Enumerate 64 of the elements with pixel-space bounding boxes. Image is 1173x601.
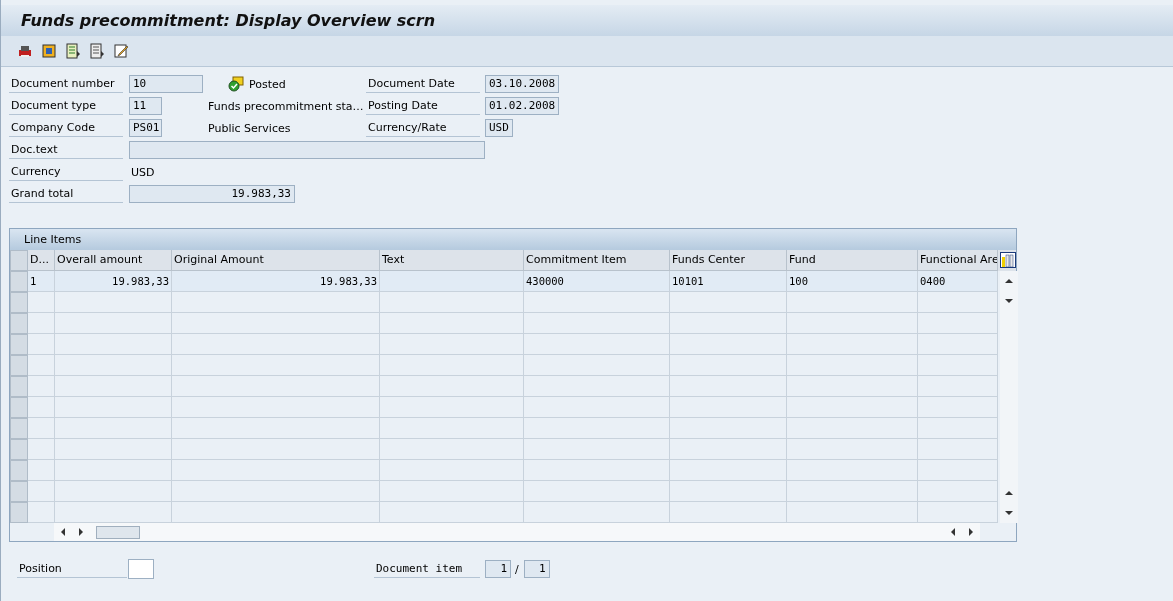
field-label: Doc.text <box>9 141 123 159</box>
input-field: 01.02.2008 <box>485 97 560 115</box>
row-selector[interactable] <box>10 502 28 523</box>
check-icon <box>228 76 244 92</box>
select-all-button[interactable] <box>10 250 28 271</box>
table-cell: 19.983,33 <box>172 271 380 292</box>
description-text: Public Services <box>208 121 291 135</box>
table-cell: 19.983,33 <box>55 271 172 292</box>
input-field: 1 <box>523 560 550 578</box>
row-selector[interactable] <box>10 439 28 460</box>
status-text: Posted <box>249 77 286 91</box>
field-label: Posting Date <box>366 97 480 115</box>
scroll-up-icon[interactable] <box>1004 276 1014 286</box>
horizontal-scrollbar[interactable] <box>54 523 980 541</box>
field-label: Document type <box>9 97 123 115</box>
row-selector[interactable] <box>10 355 28 376</box>
scroll-thumb[interactable] <box>96 525 140 539</box>
description-text: Funds precommitment sta… <box>208 99 364 113</box>
scroll-down-icon[interactable] <box>1004 508 1014 518</box>
scroll-down-icon[interactable] <box>1004 296 1014 306</box>
printer-icon[interactable] <box>17 43 33 59</box>
field-label: Grand total <box>9 185 123 203</box>
input-field: 19.983,33 <box>129 185 295 203</box>
row-selector[interactable] <box>10 313 28 334</box>
document-icon[interactable] <box>41 43 57 59</box>
window-title: Funds precommitment: Display Overview scrn <box>21 11 436 30</box>
field-label: Currency/Rate <box>366 119 480 137</box>
field-label: Document Date <box>366 75 480 93</box>
table-cell: 10101 <box>670 271 787 292</box>
table-cell: 0400 <box>918 271 998 292</box>
input-field: 11 <box>129 97 162 115</box>
field-label: Company Code <box>9 119 123 137</box>
row-selector[interactable] <box>10 481 28 502</box>
field-label: Currency <box>9 163 123 181</box>
table-cell: 430000 <box>524 271 670 292</box>
row-selector[interactable] <box>10 334 28 355</box>
list-icon[interactable] <box>65 43 81 59</box>
row-selector[interactable] <box>10 397 28 418</box>
row-selector[interactable] <box>10 460 28 481</box>
row-selector[interactable] <box>10 418 28 439</box>
table-cell: 100 <box>787 271 918 292</box>
scroll-right-icon[interactable] <box>966 527 976 537</box>
row-selector[interactable] <box>10 376 28 397</box>
list-icon[interactable] <box>89 43 105 59</box>
edit-icon[interactable] <box>113 43 129 59</box>
position-input-field[interactable] <box>128 559 154 579</box>
scroll-up-icon[interactable] <box>1004 488 1014 498</box>
scroll-right-icon[interactable] <box>76 527 86 537</box>
field-label: Document item <box>374 560 480 578</box>
currency-value: USD <box>131 165 155 179</box>
input-field: 1 <box>485 560 511 578</box>
vertical-scrollbar[interactable] <box>1000 271 1018 523</box>
table-title: Line Items <box>10 229 1016 250</box>
row-selector[interactable] <box>10 292 28 313</box>
field-label: Document number <box>9 75 123 93</box>
field-label: Position <box>17 560 127 578</box>
input-field: USD <box>485 119 513 137</box>
input-field: 10 <box>129 75 203 93</box>
row-selector[interactable] <box>10 271 28 292</box>
separator-text: / <box>515 562 519 576</box>
table-cell: 1 <box>28 271 55 292</box>
column-settings-icon[interactable] <box>1000 252 1016 268</box>
input-field: PS01 <box>129 119 162 137</box>
input-field: 03.10.2008 <box>485 75 560 93</box>
